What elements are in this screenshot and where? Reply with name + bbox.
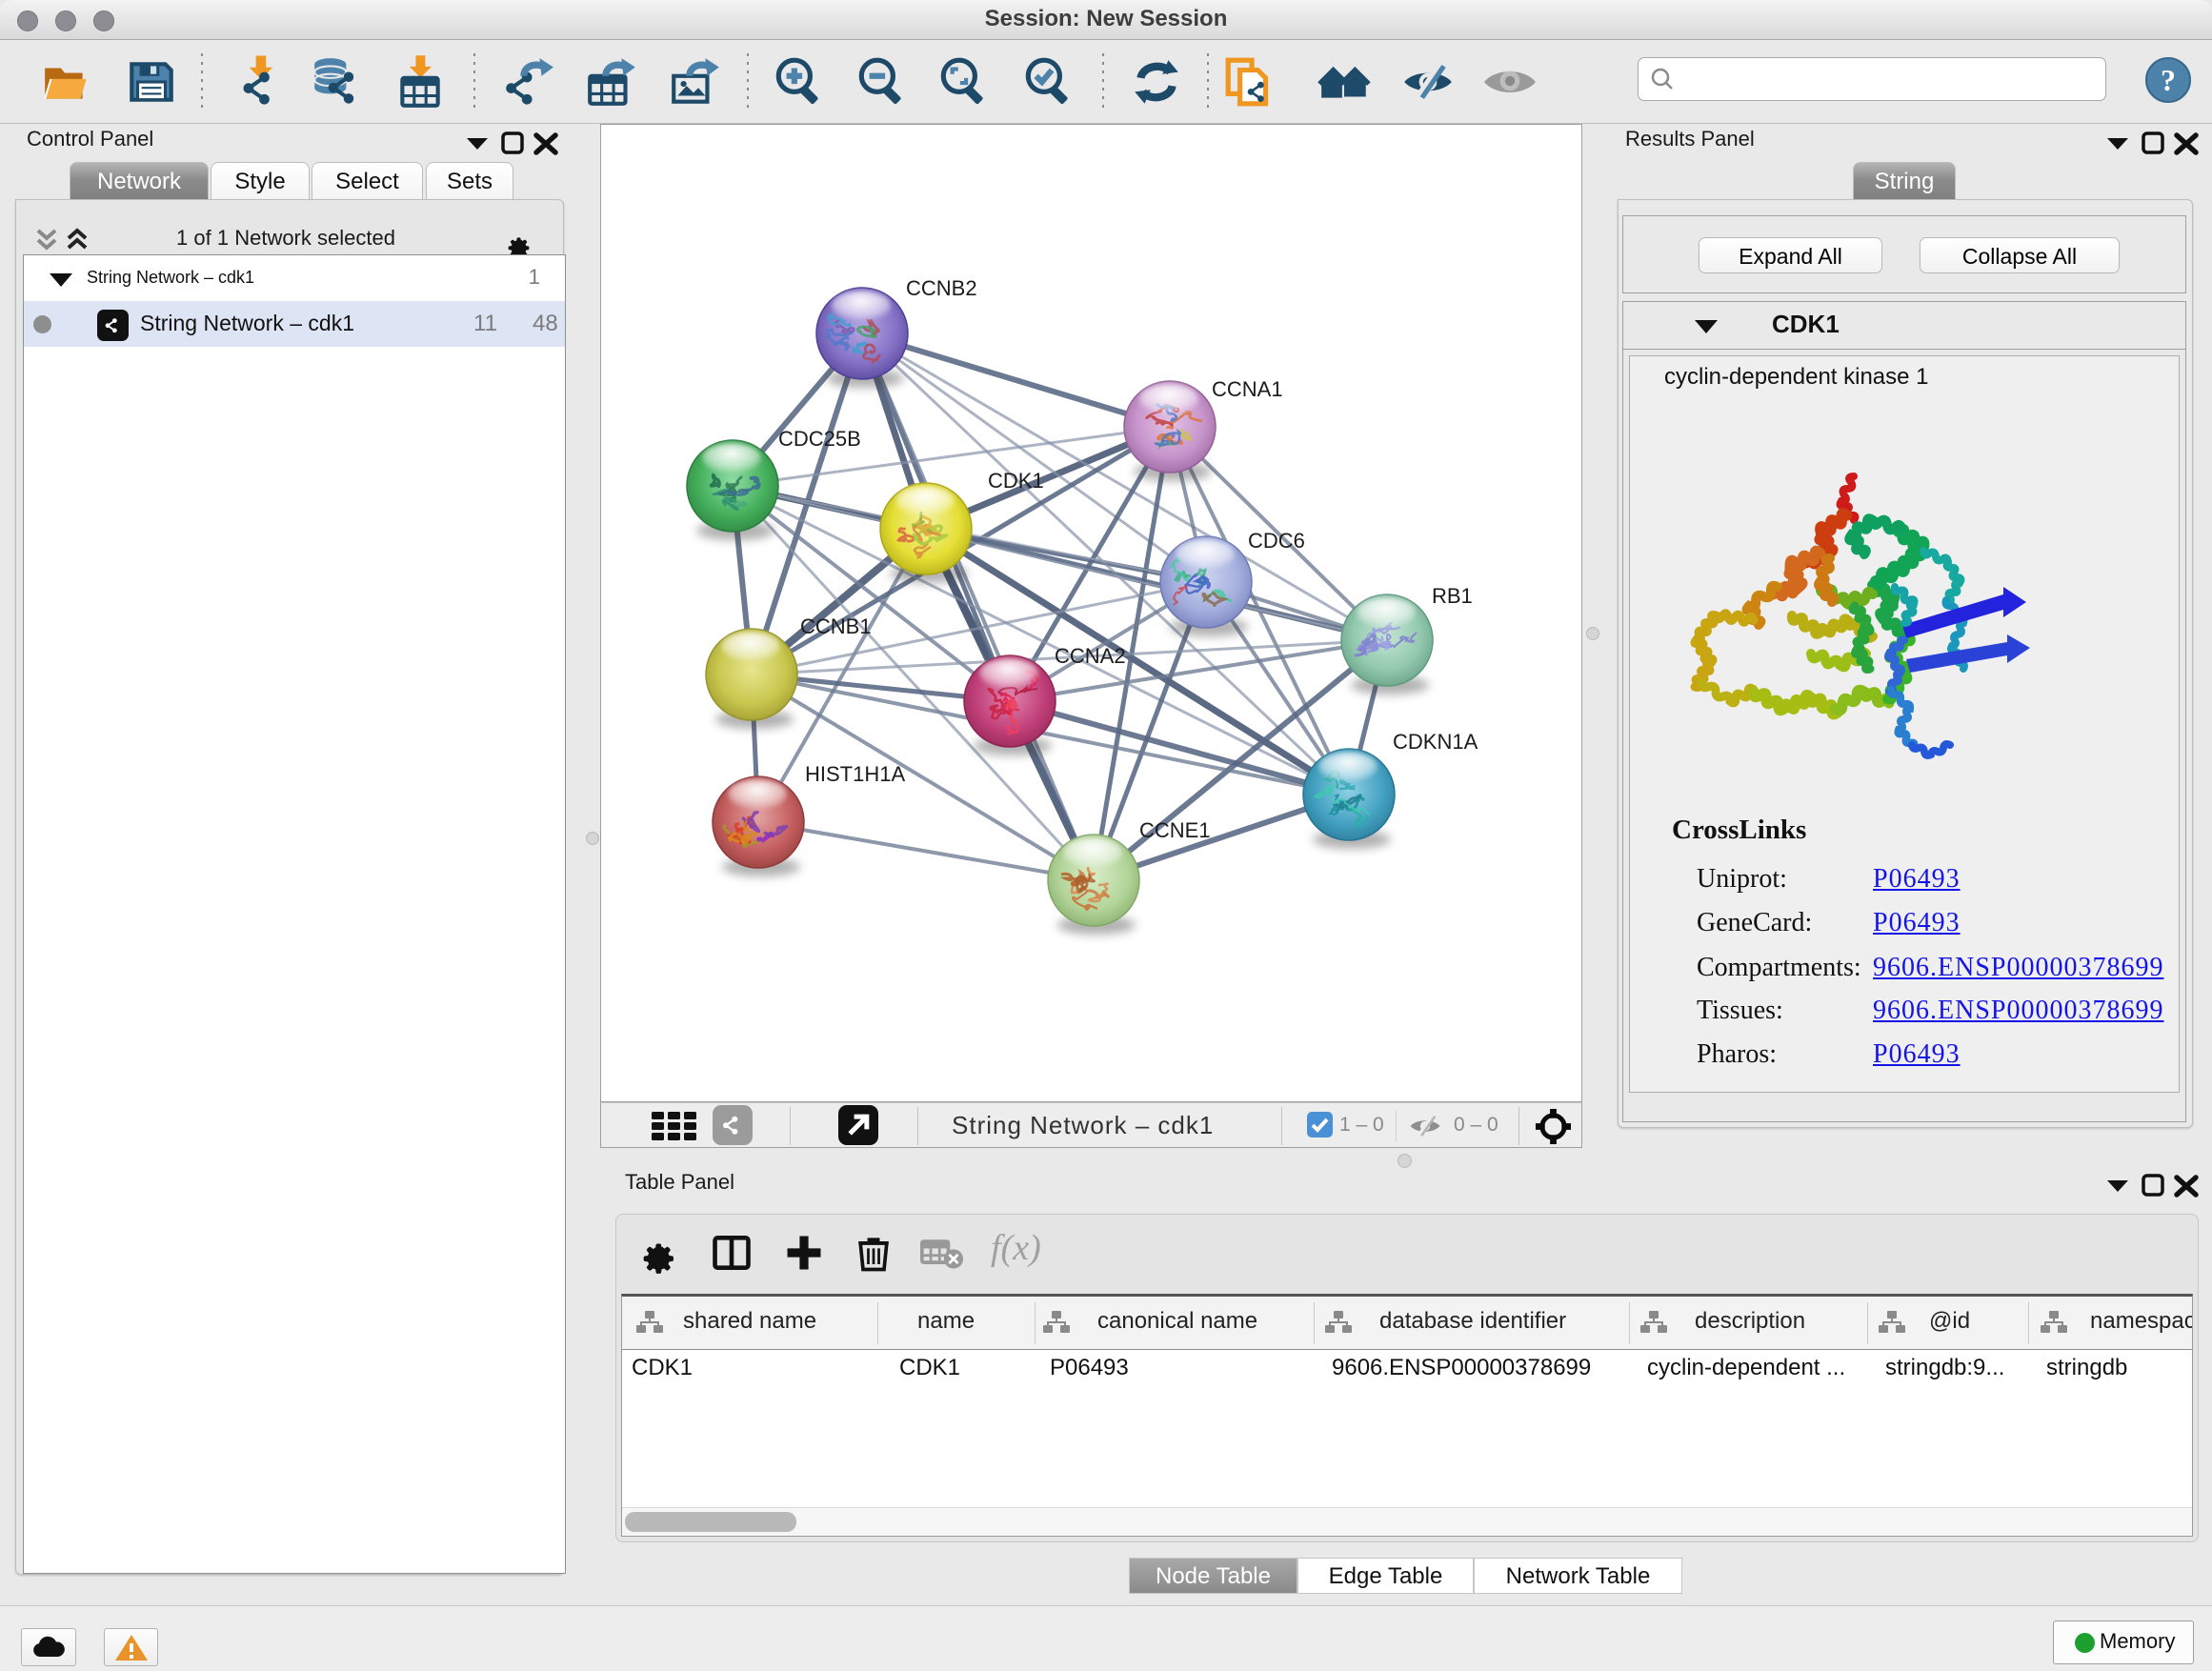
svg-text:?: ? bbox=[2161, 63, 2176, 97]
svg-text:RB1: RB1 bbox=[1432, 584, 1473, 608]
svg-text:CCNB1: CCNB1 bbox=[800, 614, 872, 638]
svg-text:HIST1H1A: HIST1H1A bbox=[805, 762, 905, 786]
svg-text:CDKN1A: CDKN1A bbox=[1393, 730, 1478, 754]
svg-text:CDC6: CDC6 bbox=[1248, 529, 1305, 553]
svg-text:CCNA2: CCNA2 bbox=[1055, 644, 1126, 668]
svg-text:CCNE1: CCNE1 bbox=[1139, 818, 1211, 842]
svg-text:CDC25B: CDC25B bbox=[778, 427, 861, 451]
svg-text:CDK1: CDK1 bbox=[988, 469, 1044, 493]
svg-text:CCNA1: CCNA1 bbox=[1212, 377, 1283, 401]
svg-text:CCNB2: CCNB2 bbox=[906, 276, 977, 300]
